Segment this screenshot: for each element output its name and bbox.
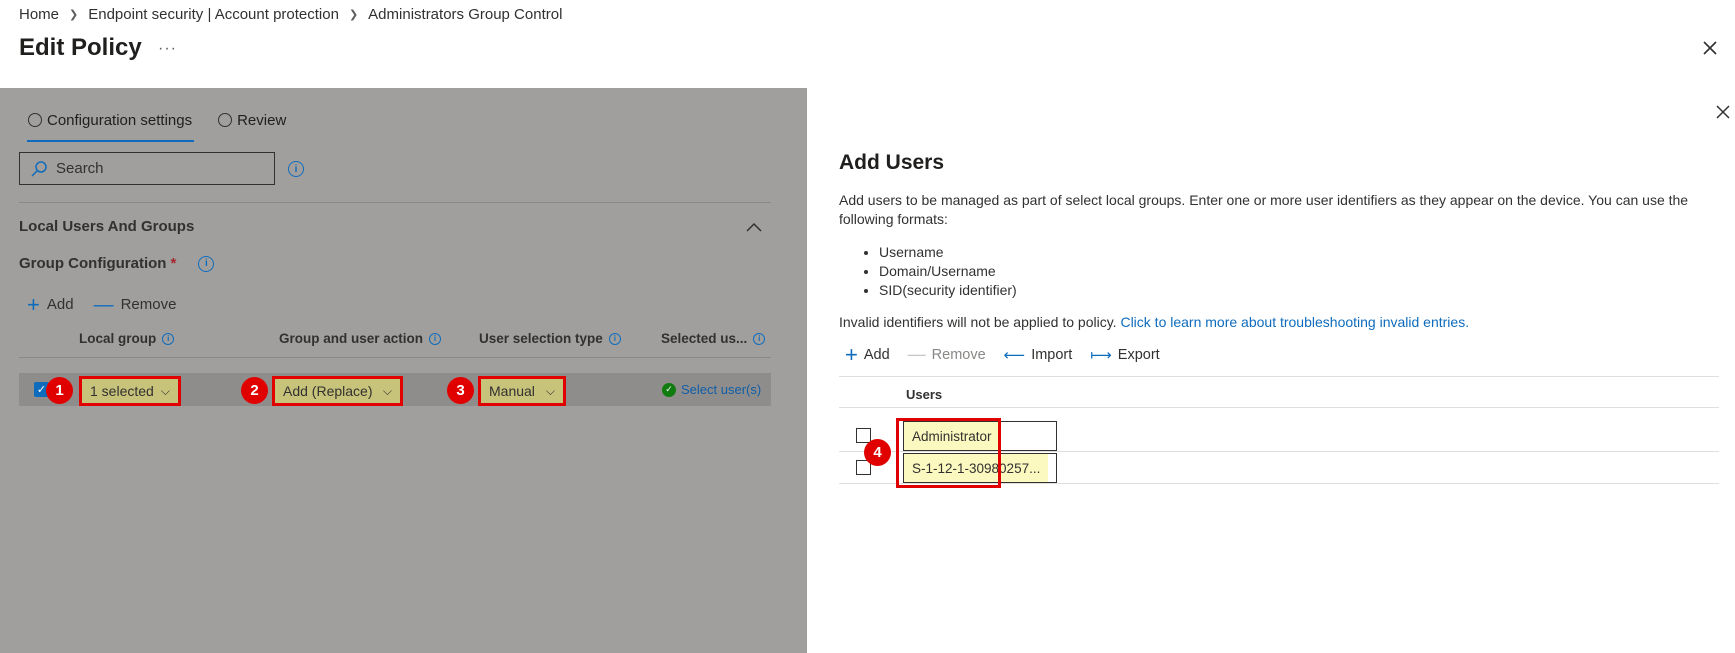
chevron-right-icon: ❯ [348, 9, 359, 21]
users-column-label: Users [906, 387, 943, 402]
group-configuration-text: Group Configuration [19, 255, 167, 272]
column-label: User selection type [479, 331, 603, 346]
column-label: Local group [79, 331, 157, 346]
highlight-box [896, 418, 1001, 488]
page-title: Edit Policy [19, 34, 142, 61]
info-icon[interactable]: i [753, 332, 766, 345]
info-icon[interactable]: i [608, 332, 621, 345]
breadcrumb-endpoint-security[interactable]: Endpoint security | Account protection [88, 6, 339, 23]
panel-title: Add Users [839, 151, 945, 174]
plus-icon: + [845, 341, 858, 367]
dropdown-value: Manual [489, 383, 535, 399]
users-commands: + Add — Remove ⟵ Import ⟼ Export [845, 341, 1160, 367]
tab-configuration-settings[interactable]: Configuration settings [28, 108, 192, 132]
column-label: Selected us... [661, 331, 748, 346]
select-users-link[interactable]: ✓ Select user(s) [662, 382, 761, 397]
wizard-tabs: Configuration settings Review [28, 108, 286, 132]
group-configuration-label: Group Configuration * i [19, 255, 215, 272]
format-list: Username Domain/Username SID(security id… [879, 243, 1017, 300]
add-users-panel: Add Users Add users to be managed as par… [807, 88, 1735, 653]
chevron-down-icon: ⌵ [160, 383, 170, 398]
local-group-dropdown[interactable]: 1 selected ⌵ [79, 376, 181, 406]
active-tab-indicator [27, 140, 194, 142]
step-badge-2: 2 [241, 377, 268, 404]
breadcrumb-current[interactable]: Administrators Group Control [368, 6, 562, 23]
radio-icon [28, 113, 42, 127]
step-badge-1: 1 [46, 377, 73, 404]
group-user-action-dropdown[interactable]: Add (Replace) ⌵ [272, 376, 403, 406]
policy-blade: Configuration settings Review Search i L… [0, 88, 807, 653]
search-input[interactable]: Search [19, 152, 275, 185]
section-title: Local Users And Groups [19, 218, 195, 235]
import-icon: ⟵ [1003, 346, 1026, 364]
info-icon[interactable]: i [429, 332, 442, 345]
group-commands: + Add — Remove [27, 291, 177, 317]
panel-description: Add users to be managed as part of selec… [839, 192, 1689, 227]
checkmark-circle-icon: ✓ [662, 382, 676, 397]
tab-review[interactable]: Review [218, 108, 286, 132]
import-button[interactable]: ⟵ Import [1004, 346, 1073, 364]
export-label: Export [1117, 346, 1160, 363]
remove-user-button[interactable]: — Remove [908, 344, 986, 365]
add-label: Add [46, 296, 74, 313]
column-label: Group and user action [279, 331, 424, 346]
chevron-down-icon: ⌵ [382, 383, 392, 398]
page-header: Home ❯ Endpoint security | Account prote… [0, 0, 1735, 88]
required-marker: * [170, 255, 177, 272]
more-options-icon[interactable]: ··· [158, 40, 177, 58]
list-item: SID(security identifier) [879, 281, 1017, 300]
add-label: Add [863, 346, 890, 363]
search-icon [31, 160, 47, 177]
info-icon[interactable]: i [162, 332, 175, 345]
users-table-header: Users [839, 376, 1719, 408]
column-local-group[interactable]: Local group i [79, 331, 175, 346]
step-badge-4: 4 [864, 439, 891, 466]
minus-icon: — [907, 344, 926, 364]
user-selection-type-dropdown[interactable]: Manual ⌵ [478, 376, 566, 406]
list-item: Domain/Username [879, 262, 1017, 281]
section-header[interactable]: Local Users And Groups [19, 202, 771, 235]
tab-label: Review [237, 111, 287, 129]
chevron-down-icon: ⌵ [545, 383, 555, 398]
add-user-button[interactable]: + Add [845, 341, 890, 367]
column-group-user-action[interactable]: Group and user action i [279, 331, 442, 346]
plus-icon: + [27, 291, 40, 317]
close-icon[interactable] [1714, 103, 1732, 121]
export-button[interactable]: ⟼ Export [1090, 346, 1159, 364]
radio-icon [218, 113, 233, 127]
remove-label: Remove [120, 296, 177, 313]
table-row[interactable]: ✓ 1 selected ⌵ Add (Replace) ⌵ Manual ⌵ … [19, 373, 771, 406]
add-button[interactable]: + Add [27, 291, 74, 317]
info-icon[interactable]: i [288, 161, 304, 177]
chevron-right-icon: ❯ [69, 9, 79, 21]
select-users-label: Select user(s) [681, 382, 762, 397]
table-header: Local group i Group and user action i Us… [19, 328, 771, 358]
troubleshooting-link[interactable]: Click to learn more about troubleshootin… [1120, 314, 1469, 330]
column-user-selection-type[interactable]: User selection type i [479, 331, 621, 346]
info-icon[interactable]: i [198, 255, 215, 272]
invalid-identifiers-note: Invalid identifiers will not be applied … [839, 314, 1469, 330]
export-icon: ⟼ [1090, 346, 1112, 364]
import-label: Import [1031, 346, 1073, 363]
remove-button[interactable]: — Remove [93, 293, 177, 316]
search-placeholder: Search [56, 160, 104, 177]
chevron-up-icon[interactable] [745, 221, 763, 233]
tab-label: Configuration settings [47, 111, 193, 129]
breadcrumb-home[interactable]: Home [19, 6, 59, 23]
column-selected-users[interactable]: Selected us... i [661, 331, 766, 346]
dropdown-value: 1 selected [90, 383, 154, 399]
close-icon[interactable] [1700, 38, 1720, 58]
invalid-text: Invalid identifiers will not be applied … [839, 314, 1117, 330]
minus-icon: — [93, 293, 114, 316]
breadcrumb: Home ❯ Endpoint security | Account prote… [19, 6, 562, 23]
dropdown-value: Add (Replace) [283, 383, 373, 399]
list-item: Username [879, 243, 1017, 262]
remove-label: Remove [931, 346, 986, 363]
step-badge-3: 3 [447, 377, 474, 404]
